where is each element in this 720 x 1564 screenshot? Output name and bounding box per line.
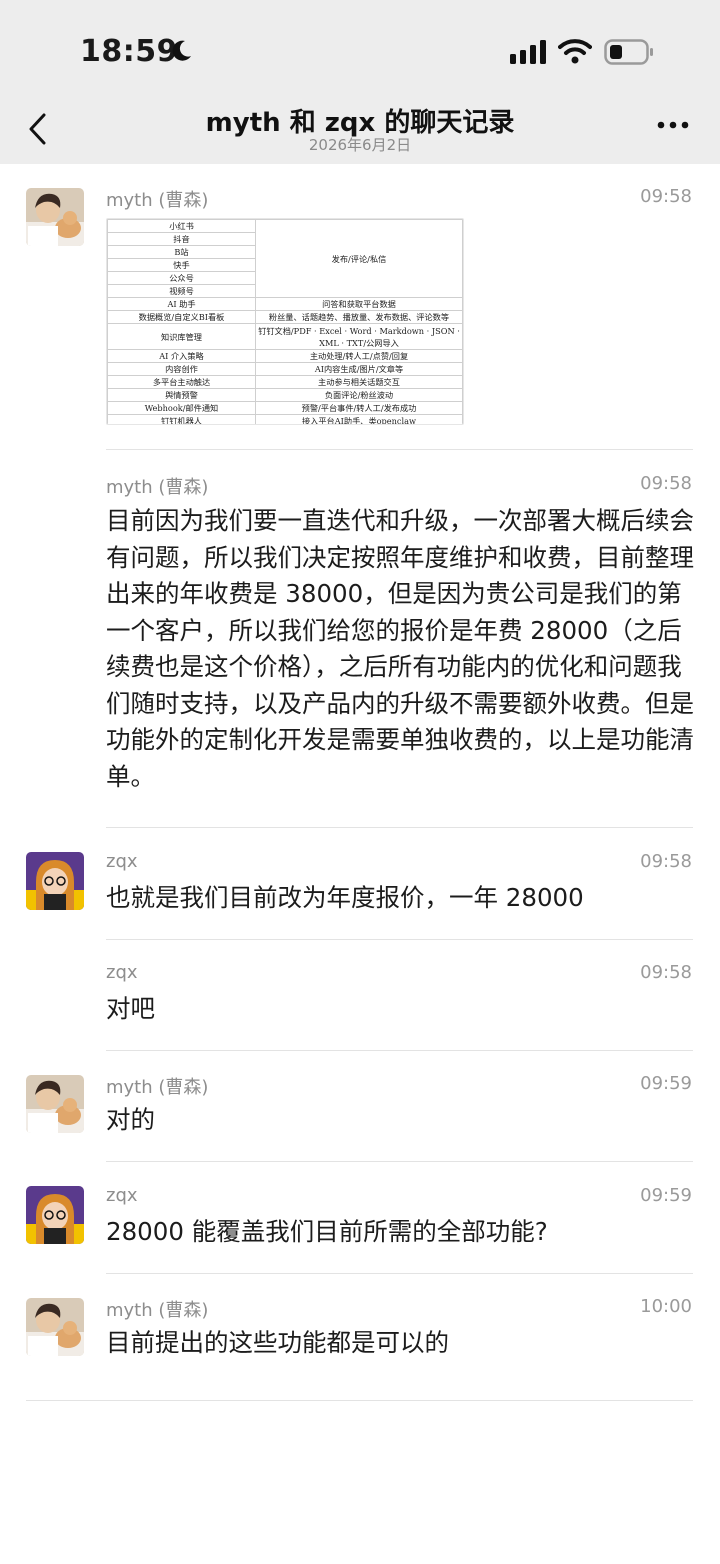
message-divider (106, 827, 693, 828)
table-cell: 粉丝量、话题趋势、播放量、发布数据、评论数等 (255, 310, 463, 324)
sender-name: myth (曹森) (106, 1300, 209, 1321)
message-text: 也就是我们目前改为年度报价，一年 28000 (106, 883, 584, 912)
message-time: 09:59 (640, 1073, 692, 1094)
avatar-image (26, 1298, 84, 1356)
avatar-zqx[interactable] (26, 1186, 84, 1244)
table-cell: 主动参与相关话题交互 (255, 375, 463, 389)
message-divider (106, 1273, 693, 1274)
table-cell: 钉钉文档/PDF · Excel · Word · Markdown · JSO… (255, 323, 463, 350)
message-time: 09:59 (640, 1185, 692, 1206)
table-cell: 视频号 (107, 284, 256, 298)
table-cell: 预警/平台事件/转人工/发布成功 (255, 401, 463, 415)
message-time: 09:58 (640, 473, 692, 494)
message-divider (106, 1050, 693, 1051)
table-cell: Webhook/邮件通知 (107, 401, 256, 415)
table-row: AI 介入策略 主动处理/转人工/点赞/回复 (107, 349, 463, 363)
sender-name: myth (曹森) (106, 190, 209, 211)
avatar-image (26, 852, 84, 910)
message-divider (106, 1161, 693, 1162)
message-time: 09:58 (640, 186, 692, 207)
feature-table: 小红书 发布/评论/私信 抖音 B站 快手 公众号 视频号 AI 助手 问答和获取平… (107, 219, 463, 424)
table-cell: 接入平台AI助手、类openclaw (255, 414, 463, 424)
table-row: Webhook/邮件通知 预警/平台事件/转人工/发布成功 (107, 401, 463, 415)
avatar-image (26, 1186, 84, 1244)
table-row: 多平台主动触达 主动参与相关话题交互 (107, 375, 463, 389)
feature-list-image[interactable]: 小红书 发布/评论/私信 抖音 B站 快手 公众号 视频号 AI 助手 问答和获取平… (106, 218, 464, 425)
avatar-myth[interactable] (26, 188, 84, 246)
table-row: AI 助手 问答和获取平台数据 (107, 297, 463, 311)
sender-name: zqx (106, 962, 138, 983)
message-time: 09:58 (640, 851, 692, 872)
table-cell: 钉钉机器人 (107, 414, 256, 424)
table-cell: 负面评论/粉丝波动 (255, 388, 463, 402)
table-cell: 快手 (107, 258, 256, 272)
message-text: 28000 能覆盖我们目前所需的全部功能? (106, 1217, 548, 1246)
message-time: 10:00 (640, 1296, 692, 1317)
sender-name: myth (曹森) (106, 1077, 209, 1098)
sender-name: zqx (106, 851, 138, 872)
message-text: 对的 (106, 1105, 155, 1134)
sender-name: myth (曹森) (106, 477, 209, 498)
table-row: 数据概览/自定义BI看板 粉丝量、话题趋势、播放量、发布数据、评论数等 (107, 310, 463, 324)
table-cell: 小红书 (107, 219, 256, 233)
table-cell: 舆情预警 (107, 388, 256, 402)
message-text: 对吧 (106, 994, 155, 1023)
sender-name: zqx (106, 1185, 138, 1206)
avatar-myth[interactable] (26, 1298, 84, 1356)
table-cell: AI 助手 (107, 297, 256, 311)
table-cell: 知识库管理 (107, 323, 256, 350)
table-cell: 数据概览/自定义BI看板 (107, 310, 256, 324)
message-divider (106, 939, 693, 940)
more-icon[interactable] (656, 118, 690, 132)
avatar-myth[interactable] (26, 1075, 84, 1133)
message-text: 目前因为我们要一直迭代和升级，一次部署大概后续会有问题，所以我们决定按照年度维护… (106, 506, 694, 791)
avatar-zqx[interactable] (26, 852, 84, 910)
table-row: 知识库管理 钉钉文档/PDF · Excel · Word · Markdown … (107, 323, 463, 350)
moon-icon (172, 40, 191, 61)
table-cell: B站 (107, 245, 256, 259)
signal-icon (510, 40, 546, 64)
message-divider (26, 1400, 693, 1401)
avatar-image (26, 1075, 84, 1133)
table-cell: 问答和获取平台数据 (255, 297, 463, 311)
status-time: 18:59 (80, 34, 178, 69)
message-time: 09:58 (640, 962, 692, 983)
table-cell: AI 介入策略 (107, 349, 256, 363)
battery-icon (604, 39, 653, 65)
table-cell: 公众号 (107, 271, 256, 285)
table-cell: AI内容生成/图片/文章等 (255, 362, 463, 376)
message-text: 目前提出的这些功能都是可以的 (106, 1328, 449, 1357)
table-cell: 主动处理/转人工/点赞/回复 (255, 349, 463, 363)
message-divider (106, 449, 693, 450)
table-cell: 内容创作 (107, 362, 256, 376)
table-cell: 抖音 (107, 232, 256, 246)
table-cell: 多平台主动触达 (107, 375, 256, 389)
table-row: 钉钉机器人 接入平台AI助手、类openclaw (107, 414, 463, 424)
avatar-image (26, 188, 84, 246)
table-row: 小红书 发布/评论/私信 (107, 219, 463, 298)
table-row: 舆情预警 负面评论/粉丝波动 (107, 388, 463, 402)
wifi-icon (558, 39, 592, 64)
table-row: 内容创作 AI内容生成/图片/文章等 (107, 362, 463, 376)
chat-header: 18:59 myth 和 zqx 的聊天记录 2026年6月2日 (0, 0, 720, 164)
chat-date: 2026年6月2日 (308, 136, 412, 154)
table-cell: 发布/评论/私信 (255, 219, 463, 298)
